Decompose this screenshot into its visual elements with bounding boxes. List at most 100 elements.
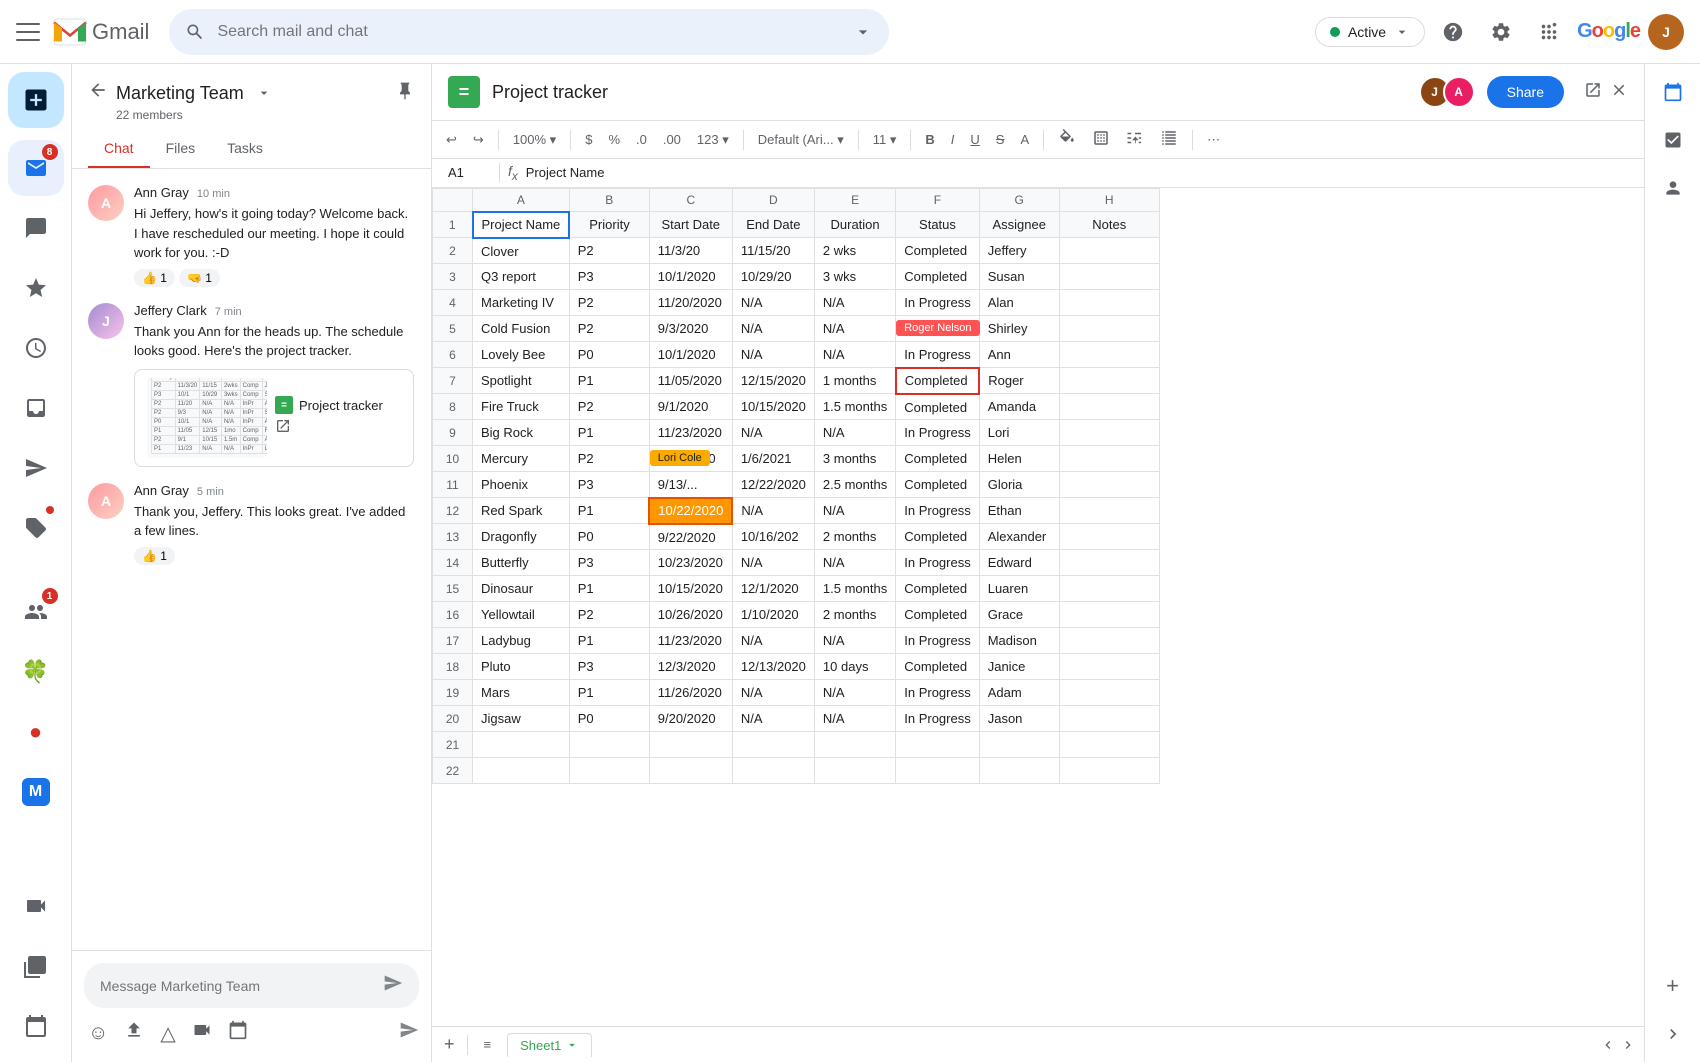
- cell-A22[interactable]: [473, 758, 570, 784]
- font-select[interactable]: Default (Ari... ▾: [752, 128, 850, 152]
- cell-E16[interactable]: 2 months: [814, 602, 895, 628]
- cell-B18[interactable]: P3: [569, 654, 649, 680]
- cell-H5[interactable]: [1059, 316, 1159, 342]
- cell-H7[interactable]: [1059, 368, 1159, 394]
- cell-H17[interactable]: [1059, 628, 1159, 654]
- cell-C13[interactable]: 9/22/2020: [649, 524, 732, 550]
- cell-D6[interactable]: N/A: [732, 342, 814, 368]
- chat-title-dropdown-icon[interactable]: [256, 85, 272, 101]
- col-header-d[interactable]: D: [732, 188, 814, 212]
- cell-D12[interactable]: N/A: [732, 498, 814, 524]
- cell-E7[interactable]: 1 months: [814, 368, 895, 394]
- cell-C17[interactable]: 11/23/2020: [649, 628, 732, 654]
- active-status[interactable]: Active: [1315, 17, 1425, 47]
- decimal-more-button[interactable]: .00: [657, 128, 687, 151]
- cell-E5[interactable]: N/A: [814, 316, 895, 342]
- cell-A19[interactable]: Mars: [473, 680, 570, 706]
- cell-F16[interactable]: Completed: [896, 602, 979, 628]
- cell-F15[interactable]: Completed: [896, 576, 979, 602]
- cell-G6[interactable]: Ann: [979, 342, 1059, 368]
- cell-C9[interactable]: 11/23/2020: [649, 420, 732, 446]
- cell-B8[interactable]: P2: [569, 394, 649, 420]
- message-input[interactable]: [100, 978, 375, 994]
- col-header-g[interactable]: G: [979, 188, 1059, 212]
- align-button[interactable]: [1154, 125, 1184, 154]
- add-sheet-button[interactable]: +: [440, 1030, 459, 1059]
- italic-button[interactable]: I: [945, 128, 961, 151]
- cell-B10[interactable]: P2: [569, 446, 649, 472]
- scroll-right-icon[interactable]: [1620, 1037, 1636, 1053]
- cell-G4[interactable]: Alan: [979, 290, 1059, 316]
- cell-E18[interactable]: 10 days: [814, 654, 895, 680]
- cell-C20[interactable]: 9/20/2020: [649, 706, 732, 732]
- cell-H6[interactable]: [1059, 342, 1159, 368]
- cell-E22[interactable]: [814, 758, 895, 784]
- cell-D4[interactable]: N/A: [732, 290, 814, 316]
- cell-G3[interactable]: Susan: [979, 264, 1059, 290]
- cell-B4[interactable]: P2: [569, 290, 649, 316]
- cell-G13[interactable]: Alexander: [979, 524, 1059, 550]
- sidebar-item-chat[interactable]: [8, 200, 64, 256]
- more-options-button[interactable]: ⋯: [1201, 128, 1226, 152]
- cell-H16[interactable]: [1059, 602, 1159, 628]
- cell-D10[interactable]: 1/6/2021: [732, 446, 814, 472]
- cell-G8[interactable]: Amanda: [979, 394, 1059, 420]
- cell-c1[interactable]: Start Date: [649, 212, 732, 238]
- format-123-button[interactable]: 123 ▾: [691, 128, 735, 152]
- cell-A8[interactable]: Fire Truck: [473, 394, 570, 420]
- cell-D22[interactable]: [732, 758, 814, 784]
- cell-F8[interactable]: Completed: [896, 394, 979, 420]
- cell-H20[interactable]: [1059, 706, 1159, 732]
- cell-B21[interactable]: [569, 732, 649, 758]
- cell-C6[interactable]: 10/1/2020: [649, 342, 732, 368]
- cell-B13[interactable]: P0: [569, 524, 649, 550]
- cell-F22[interactable]: [896, 758, 979, 784]
- cell-E10[interactable]: 3 months: [814, 446, 895, 472]
- cell-G10[interactable]: Helen: [979, 446, 1059, 472]
- cell-A9[interactable]: Big Rock: [473, 420, 570, 446]
- cell-H4[interactable]: [1059, 290, 1159, 316]
- tab-chat[interactable]: Chat: [88, 130, 150, 168]
- cell-D17[interactable]: N/A: [732, 628, 814, 654]
- bold-button[interactable]: B: [919, 128, 940, 151]
- cell-D2[interactable]: 11/15/20: [732, 238, 814, 264]
- cell-C19[interactable]: 11/26/2020: [649, 680, 732, 706]
- cell-A5[interactable]: Cold Fusion: [473, 316, 570, 342]
- cell-G17[interactable]: Madison: [979, 628, 1059, 654]
- cell-G2[interactable]: Jeffery: [979, 238, 1059, 264]
- cell-D19[interactable]: N/A: [732, 680, 814, 706]
- cell-C11[interactable]: 9/13/...Lori Cole: [649, 472, 732, 498]
- cell-H9[interactable]: [1059, 420, 1159, 446]
- sheet-list-button[interactable]: ≡: [476, 1033, 500, 1056]
- cell-F13[interactable]: Completed: [896, 524, 979, 550]
- cell-G18[interactable]: Janice: [979, 654, 1059, 680]
- sidebar-item-m[interactable]: M: [8, 764, 64, 820]
- right-expand-button[interactable]: [1653, 1014, 1693, 1054]
- cell-B6[interactable]: P0: [569, 342, 649, 368]
- cell-F12[interactable]: In Progress: [896, 498, 979, 524]
- cell-C4[interactable]: 11/20/2020: [649, 290, 732, 316]
- cell-H11[interactable]: [1059, 472, 1159, 498]
- cell-B2[interactable]: P2: [569, 238, 649, 264]
- cell-b1[interactable]: Priority: [569, 212, 649, 238]
- formula-content[interactable]: Project Name: [526, 165, 1636, 180]
- reaction-fist-1[interactable]: 🤜 1: [179, 269, 220, 287]
- back-button[interactable]: [88, 80, 108, 106]
- sidebar-item-add-video[interactable]: [8, 938, 64, 994]
- cell-A17[interactable]: Ladybug: [473, 628, 570, 654]
- undo-button[interactable]: ↩: [440, 128, 463, 152]
- cell-A11[interactable]: Phoenix: [473, 472, 570, 498]
- sidebar-item-clock[interactable]: [8, 320, 64, 376]
- cell-E8[interactable]: 1.5 months: [814, 394, 895, 420]
- cell-H22[interactable]: [1059, 758, 1159, 784]
- cell-A10[interactable]: Mercury: [473, 446, 570, 472]
- cell-H2[interactable]: [1059, 238, 1159, 264]
- cell-C5[interactable]: 9/3/2020: [649, 316, 732, 342]
- help-button[interactable]: [1433, 12, 1473, 52]
- percent-button[interactable]: %: [602, 128, 626, 151]
- cell-B16[interactable]: P2: [569, 602, 649, 628]
- cell-A6[interactable]: Lovely Bee: [473, 342, 570, 368]
- fill-color-button[interactable]: [1052, 125, 1082, 154]
- cell-h1[interactable]: Notes: [1059, 212, 1159, 238]
- cell-C18[interactable]: 12/3/2020: [649, 654, 732, 680]
